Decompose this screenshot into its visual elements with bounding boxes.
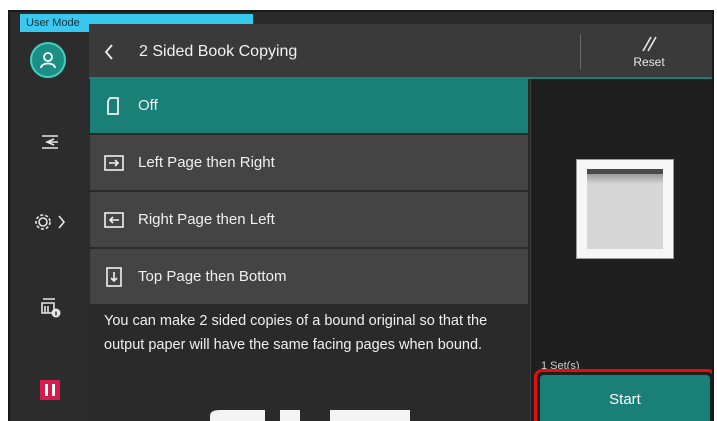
option-top-page-then-bottom[interactable]: Top Page then Bottom [90,249,528,304]
start-button[interactable]: Start [540,375,710,421]
job-flow-button[interactable] [10,122,89,162]
machine-status-button[interactable] [10,287,89,327]
back-button[interactable] [89,24,129,79]
start-highlight: Start [534,369,712,421]
pause-icon [39,380,60,400]
option-label: Left Page then Right [138,154,275,171]
description-text: You can make 2 sided copies of a bound o… [104,313,488,353]
options-list: Off Left Page then Right Right Page then… [90,78,528,306]
user-icon [40,52,56,69]
single-page-icon [104,96,124,116]
chevron-left-icon [104,43,113,60]
option-label: Right Page then Left [138,211,275,228]
reset-icon [642,36,657,51]
option-right-page-then-left[interactable]: Right Page then Left [90,192,528,247]
printer-info-icon [40,298,60,318]
job-flow-icon [41,135,58,149]
left-right-page-icon [104,153,124,173]
page-preview [576,159,674,259]
book-illustration [210,410,410,421]
option-label: Off [138,97,158,114]
preview-page [587,169,663,249]
screen-frame: User Mode 2 Sided Book Copying Reset Off [8,10,714,421]
user-avatar-button[interactable] [30,42,66,78]
reset-label: Reset [633,54,665,69]
reset-button[interactable]: Reset [599,24,699,79]
right-left-page-icon [104,210,124,230]
gear-icon [34,214,65,230]
page-title: 2 Sided Book Copying [139,43,298,60]
option-off[interactable]: Off [90,78,528,133]
option-left-page-then-right[interactable]: Left Page then Right [90,135,528,190]
left-rail [10,12,89,421]
option-label: Top Page then Bottom [138,268,287,285]
pause-button[interactable] [10,370,89,410]
header-bar: 2 Sided Book Copying Reset [89,24,712,79]
settings-button[interactable] [10,202,89,242]
header-divider [580,34,581,69]
top-bottom-page-icon [104,266,124,287]
